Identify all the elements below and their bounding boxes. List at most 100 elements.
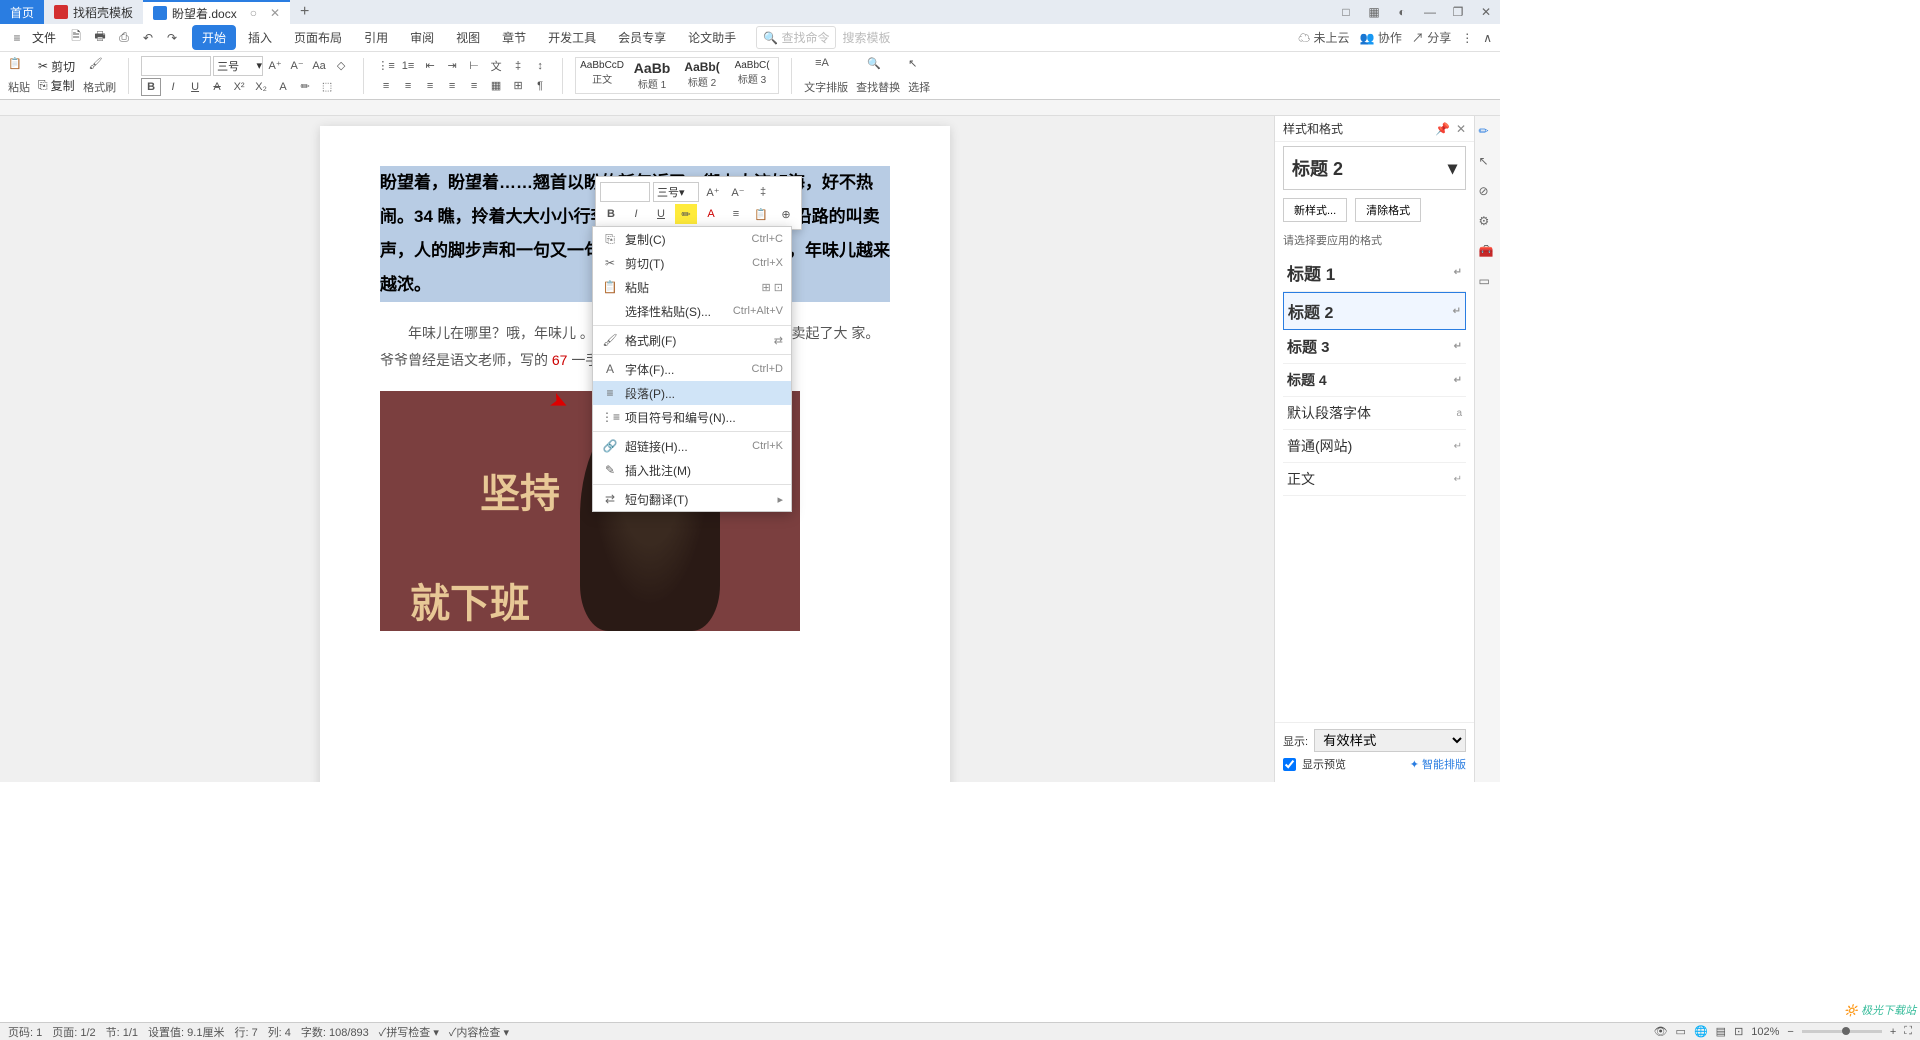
strip-limit-icon[interactable]: ⊘ bbox=[1479, 184, 1497, 202]
tab-templates[interactable]: 找稻壳模板 bbox=[44, 0, 143, 24]
style-item-h2[interactable]: 标题 2↵ bbox=[1283, 292, 1466, 330]
view-outline-icon[interactable]: ▤ bbox=[1716, 1025, 1726, 1038]
grid-icon[interactable]: ▦ bbox=[1360, 0, 1388, 24]
minimize-button[interactable]: — bbox=[1416, 0, 1444, 24]
italic-button[interactable]: I bbox=[163, 78, 183, 96]
shading-icon[interactable]: ▦ bbox=[486, 77, 506, 95]
tab-icon[interactable]: ⊢ bbox=[464, 57, 484, 75]
style-item-h3[interactable]: 标题 3↵ bbox=[1283, 330, 1466, 364]
char-border-button[interactable]: ⬚ bbox=[317, 78, 337, 96]
font-name-select[interactable] bbox=[141, 56, 211, 76]
fit-icon[interactable]: ⊡ bbox=[1734, 1025, 1743, 1038]
bullets-icon[interactable]: ⋮≡ bbox=[376, 57, 396, 75]
cut-button[interactable]: 剪切 bbox=[51, 58, 75, 75]
tab-view[interactable]: 视图 bbox=[446, 25, 490, 50]
tab-thesis[interactable]: 论文助手 bbox=[678, 25, 746, 50]
tab-member[interactable]: 会员专享 bbox=[608, 25, 676, 50]
mini-font-color-button[interactable]: A bbox=[700, 204, 722, 224]
strip-select-icon[interactable]: ↖ bbox=[1479, 154, 1497, 172]
qat-print-icon[interactable]: 🖶 bbox=[90, 28, 110, 48]
collab-button[interactable]: 👥 协作 bbox=[1360, 29, 1402, 46]
style-normal[interactable]: AaBbCcD正文 bbox=[578, 60, 626, 91]
strip-toolbox-icon[interactable]: 🧰 bbox=[1479, 244, 1497, 262]
horizontal-ruler[interactable] bbox=[0, 100, 1500, 116]
tab-dev-tools[interactable]: 开发工具 bbox=[538, 25, 606, 50]
template-search[interactable]: 搜索模板 bbox=[842, 29, 890, 46]
view-print-icon[interactable]: ▭ bbox=[1676, 1025, 1686, 1038]
zoom-in-button[interactable]: + bbox=[1890, 1026, 1896, 1038]
style-heading1[interactable]: AaBb标题 1 bbox=[628, 60, 676, 91]
command-search[interactable]: 🔍 查找命令 bbox=[756, 26, 836, 49]
strip-settings-icon[interactable]: ⚙ bbox=[1479, 214, 1497, 232]
status-section[interactable]: 节: 1/1 bbox=[106, 1024, 138, 1040]
mini-align-button[interactable]: ≡ bbox=[725, 204, 747, 224]
borders-icon[interactable]: ⊞ bbox=[508, 77, 528, 95]
zoom-slider[interactable] bbox=[1802, 1030, 1882, 1033]
format-brush-button[interactable]: 🖌格式刷 bbox=[83, 57, 116, 95]
maximize-button[interactable]: ❐ bbox=[1444, 0, 1472, 24]
user-icon[interactable]: ◐ bbox=[1388, 0, 1416, 24]
superscript-button[interactable]: X² bbox=[229, 78, 249, 96]
style-item-default-font[interactable]: 默认段落字体a bbox=[1283, 397, 1466, 430]
current-style-display[interactable]: 标题 2▾ bbox=[1283, 146, 1466, 190]
copy-button[interactable]: 复制 bbox=[51, 77, 75, 94]
mini-highlight-button[interactable]: ✏ bbox=[675, 204, 697, 224]
show-marks-icon[interactable]: ¶ bbox=[530, 77, 550, 95]
tab-insert[interactable]: 插入 bbox=[238, 25, 282, 50]
new-style-button[interactable]: 新样式... bbox=[1283, 198, 1347, 222]
tab-home[interactable]: 首页 bbox=[0, 0, 44, 24]
qat-save-icon[interactable]: 🗎 bbox=[66, 28, 86, 48]
style-item-h4[interactable]: 标题 4↵ bbox=[1283, 364, 1466, 397]
ctx-copy[interactable]: ⎘复制(C)Ctrl+C bbox=[593, 227, 791, 251]
panel-close-icon[interactable]: ✕ bbox=[1456, 122, 1466, 136]
highlight-button[interactable]: ✏ bbox=[295, 78, 315, 96]
paste-button[interactable]: 📋粘贴 bbox=[8, 57, 30, 95]
close-icon[interactable]: ○ bbox=[250, 6, 257, 20]
mini-increase-font-icon[interactable]: A⁺ bbox=[702, 182, 724, 202]
pin-icon[interactable]: 📌 bbox=[1435, 122, 1450, 136]
underline-button[interactable]: U bbox=[185, 78, 205, 96]
show-select[interactable]: 有效样式 bbox=[1314, 729, 1466, 752]
ctx-hyperlink[interactable]: 🔗超链接(H)...Ctrl+K bbox=[593, 434, 791, 458]
tab-page-layout[interactable]: 页面布局 bbox=[284, 25, 352, 50]
qat-undo-icon[interactable]: ↶ bbox=[138, 28, 158, 48]
status-pages[interactable]: 页面: 1/2 bbox=[52, 1024, 95, 1040]
style-item-h1[interactable]: 标题 1↵ bbox=[1283, 254, 1466, 292]
status-words[interactable]: 字数: 108/893 bbox=[301, 1024, 369, 1040]
outdent-icon[interactable]: ⇤ bbox=[420, 57, 440, 75]
align-justify-icon[interactable]: ≡ bbox=[442, 77, 462, 95]
ctx-bullets-numbering[interactable]: ⋮≡项目符号和编号(N)... bbox=[593, 405, 791, 429]
cloud-status[interactable]: ☁ 未上云 bbox=[1298, 29, 1349, 46]
clear-format-button[interactable]: 清除格式 bbox=[1355, 198, 1421, 222]
tab-references[interactable]: 引用 bbox=[354, 25, 398, 50]
status-content-check[interactable]: ✓内容检查 ▾ bbox=[449, 1024, 509, 1040]
mini-spacing-icon[interactable]: ‡ bbox=[752, 182, 774, 202]
tab-document[interactable]: 盼望着.docx○✕ bbox=[143, 0, 290, 24]
align-center-icon[interactable]: ≡ bbox=[398, 77, 418, 95]
tab-start[interactable]: 开始 bbox=[192, 25, 236, 50]
status-col[interactable]: 列: 4 bbox=[268, 1024, 291, 1040]
text-layout-button[interactable]: ≡A文字排版 bbox=[804, 57, 848, 95]
increase-font-icon[interactable]: A⁺ bbox=[265, 57, 285, 75]
style-item-body[interactable]: 正文↵ bbox=[1283, 463, 1466, 496]
status-line[interactable]: 行: 7 bbox=[234, 1024, 257, 1040]
select-button[interactable]: ↖选择 bbox=[908, 57, 930, 95]
cut-icon[interactable]: ✂ bbox=[38, 59, 48, 73]
status-page[interactable]: 页码: 1 bbox=[8, 1024, 42, 1040]
fullscreen-icon[interactable]: ⛶ bbox=[1904, 1025, 1912, 1038]
text-direction-icon[interactable]: 文 bbox=[486, 57, 506, 75]
layout-icon[interactable]: □ bbox=[1332, 0, 1360, 24]
ctx-paste[interactable]: 📋粘贴⊞ ⊡ bbox=[593, 275, 791, 299]
preview-checkbox[interactable] bbox=[1283, 758, 1296, 771]
file-menu[interactable]: 文件 bbox=[32, 29, 56, 46]
ctx-paragraph[interactable]: ≡段落(P)... bbox=[593, 381, 791, 405]
smart-layout-link[interactable]: ✦ 智能排版 bbox=[1410, 756, 1466, 772]
numbering-icon[interactable]: 1≡ bbox=[398, 57, 418, 75]
new-tab-button[interactable]: + bbox=[290, 3, 319, 21]
change-case-icon[interactable]: Aa bbox=[309, 57, 329, 75]
document-area[interactable]: 盼望着，盼望着……翘首以盼的新年近了。街上人流如海，好不热闹。34 瞧，拎着大大… bbox=[0, 116, 1274, 782]
view-web-icon[interactable]: 🌐 bbox=[1694, 1025, 1708, 1038]
mini-more-button[interactable]: ⊕ bbox=[775, 204, 797, 224]
hamburger-icon[interactable]: ≡ bbox=[8, 29, 26, 47]
clear-format-icon[interactable]: ◇ bbox=[331, 57, 351, 75]
